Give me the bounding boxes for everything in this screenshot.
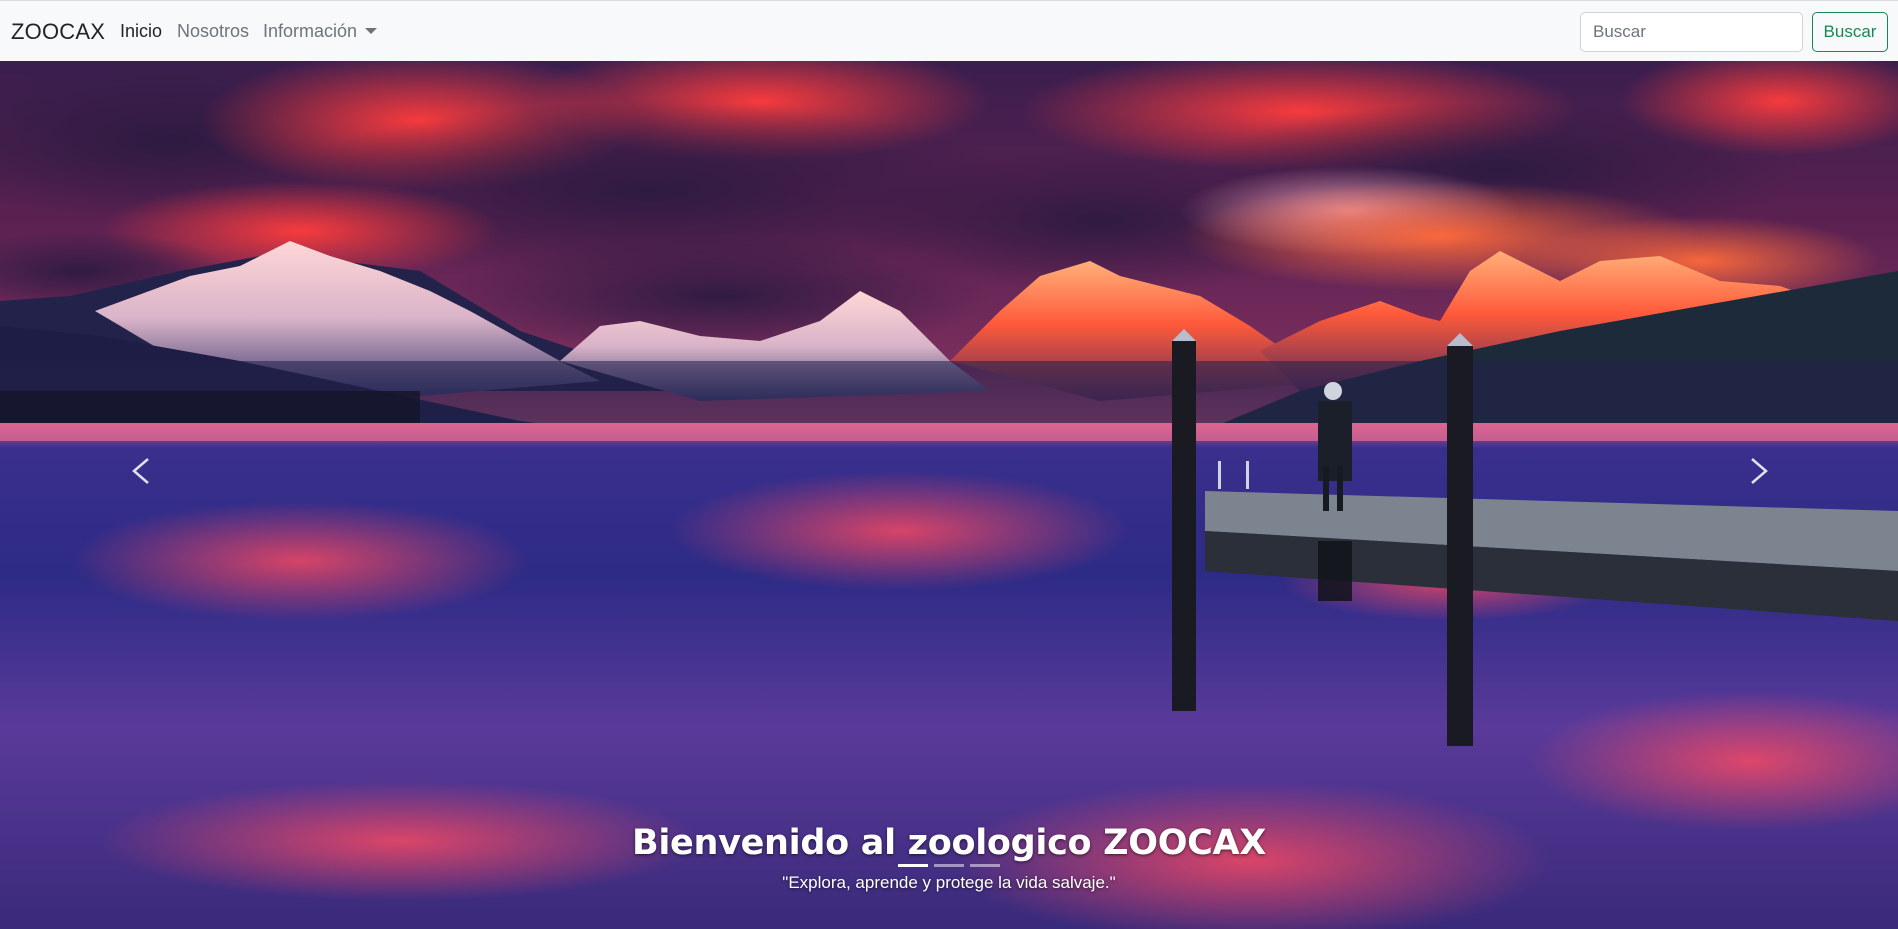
- chevron-left-icon: [132, 458, 149, 484]
- carousel-caption: Bienvenido al zoologico ZOOCAX "Explora,…: [0, 823, 1898, 893]
- slide-image-mountain-lake: [0, 61, 1898, 929]
- carousel-indicator-2[interactable]: [934, 864, 964, 867]
- chevron-right-icon: [1751, 458, 1768, 484]
- nav-dropdown-label: Información: [263, 21, 358, 41]
- nav-dropdown-informacion[interactable]: Información: [263, 21, 378, 42]
- hero-carousel: Bienvenido al zoologico ZOOCAX "Explora,…: [0, 61, 1898, 929]
- caption-text: "Explora, aprende y protege la vida salv…: [782, 873, 1116, 892]
- carousel-prev-button[interactable]: [112, 441, 172, 501]
- caption-title: Bienvenido al zoologico ZOOCAX: [631, 823, 1267, 863]
- carousel-next-button[interactable]: [1728, 441, 1788, 501]
- carousel-indicators: [0, 864, 1898, 867]
- carousel-indicator-3[interactable]: [970, 864, 1000, 867]
- nav-link-inicio[interactable]: Inicio: [120, 21, 162, 42]
- search-input[interactable]: [1580, 12, 1803, 52]
- navbar: ZOOCAX Inicio Nosotros Información Busca…: [0, 0, 1898, 61]
- caret-down-icon: [365, 28, 378, 34]
- brand-logo[interactable]: ZOOCAX: [11, 19, 105, 45]
- search-button[interactable]: Buscar: [1812, 12, 1888, 52]
- nav-link-nosotros[interactable]: Nosotros: [177, 21, 249, 42]
- carousel-indicator-1[interactable]: [898, 864, 928, 867]
